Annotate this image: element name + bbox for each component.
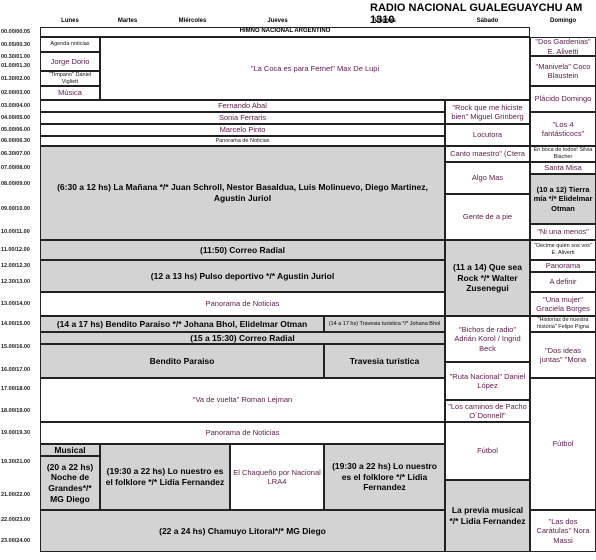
program-dos-gardenias: "Dos Gardenias" E. Alivetti bbox=[530, 37, 596, 56]
time-label: 03.00/04.00 bbox=[1, 103, 31, 109]
program-futbol-sabado: Fútbol bbox=[445, 422, 530, 480]
program-historias-de-nuestra-historia: "Historias de nuestra historia" Felipe P… bbox=[530, 316, 596, 332]
program-bendito-paraiso: Bendito Paraiso bbox=[40, 344, 324, 378]
time-label: 08.00/09.00 bbox=[1, 181, 31, 187]
program-marcelo-pinto: Marcelo Pinto bbox=[40, 124, 445, 136]
time-label: 22.00/23.00 bbox=[1, 517, 31, 523]
program-chamuyo-litoral: (22 a 24 hs) Chamuyo Litoral*/* MG Diego bbox=[40, 510, 445, 552]
time-label: 01.30/02.00 bbox=[1, 75, 31, 82]
program-gente-de-a-pie: Gente de a pie bbox=[445, 194, 530, 240]
program-bendito-paraiso-14: (14 a 17 hs) Bendito Paraiso */* Johana … bbox=[40, 316, 324, 332]
program-fernando-abal: Fernando Abal bbox=[40, 100, 445, 112]
time-label: 21.00/22.00 bbox=[1, 492, 31, 498]
header-miercoles: Miércoles bbox=[178, 18, 207, 24]
program-va-de-vuelta: "Va de vuelta" Roman Lejman bbox=[40, 378, 445, 422]
time-label: 00.05/00.30 bbox=[1, 41, 31, 48]
program-himno: HIMNO NACIONAL ARGENTINO bbox=[40, 27, 530, 37]
time-label: 04.00/05.00 bbox=[1, 115, 31, 121]
program-bichos-de-radio: "Bichos de radio" Adrián Korol / Ingrid … bbox=[445, 316, 530, 362]
program-dos-ideas-juntas: "Dos ideas juntas" "Mona bbox=[530, 332, 596, 378]
program-correo-radial-15: (15 a 15:30) Correo Radial bbox=[40, 332, 445, 344]
page-title: RADIO NACIONAL GUALEGUAYCHU AM 1310 bbox=[370, 2, 583, 26]
time-label: 11.00/12.00 bbox=[1, 247, 30, 253]
program-a-definir: A definir bbox=[530, 272, 596, 292]
header-jueves: Jueves bbox=[267, 18, 288, 24]
time-label: 09.00/10.00 bbox=[1, 206, 31, 212]
program-panorama-de-noticias-13: Panorama de Noticias bbox=[40, 292, 445, 316]
time-label: 01.00/01.30 bbox=[1, 63, 31, 69]
time-label: 12.30/13.00 bbox=[1, 279, 31, 285]
program-los-4-fantasticos: "Los 4 fantásticocs" bbox=[530, 112, 596, 146]
program-tierra-mia: (10 a 12) Tierra mía */* Elidelmar Otman bbox=[530, 174, 596, 224]
header-viernes: Viernes bbox=[374, 18, 396, 24]
program-el-chaqueno: El Chaqueño por Nacional LRA4 bbox=[230, 444, 324, 510]
program-panorama-de-noticias-19: Panorama de Noticias bbox=[40, 422, 445, 444]
time-label: 13.00/14.00 bbox=[1, 301, 31, 307]
program-manivela: "Manivela" Coco Blaustein bbox=[530, 56, 596, 86]
time-label: 23.00/24.00 bbox=[1, 538, 31, 544]
program-ruta-nacional: "Ruta Nacional" Daniel López bbox=[445, 362, 530, 400]
program-canto-maestro: Canto maestro" (Ctera bbox=[445, 146, 530, 162]
program-placido-domingo: Plácido Domingo bbox=[530, 86, 596, 112]
program-santa-misa: Santa Misa bbox=[530, 162, 596, 174]
header-domingo: Domingo bbox=[550, 18, 576, 24]
time-label: 05.00/06.00 bbox=[1, 127, 31, 133]
program-lo-nuestro-es-el-folklore: (19:30 a 22 hs) Lo nuestro es el folklor… bbox=[100, 444, 230, 510]
program-locutora: Locutora bbox=[445, 124, 530, 146]
program-en-boca-de-todos: En boca de todos! Silvia Blacher bbox=[530, 146, 596, 162]
program-timpano: "Timpano" Daniel Vigliett bbox=[40, 71, 100, 86]
program-correo-radial: (11:50) Correo Radial bbox=[40, 240, 445, 260]
program-noche-de-grandes: (20 a 22 hs) Noche de Grandes*/* MG Dieg… bbox=[40, 456, 100, 510]
time-label: 02.00/03.00 bbox=[1, 90, 31, 96]
program-musical: Musical bbox=[40, 444, 100, 456]
program-panorama-domingo: Panorama bbox=[530, 260, 596, 272]
program-la-coca-es-para-fernet: "La Coca es para Fernet" Max De Lupi bbox=[100, 37, 530, 100]
program-que-sea-rock: (11 a 14) Que sea Rock */* Walter Zusene… bbox=[445, 240, 530, 316]
time-label: 10.00/11.00 bbox=[1, 229, 30, 235]
time-label: 00.00/00.05 bbox=[1, 29, 31, 35]
program-la-manana: (6:30 a 12 hs) La Mañana */* Juan Schrol… bbox=[40, 146, 445, 240]
header-sabado: Sábado bbox=[476, 18, 499, 24]
program-sonia-ferraris: Sonia Ferraris bbox=[40, 112, 445, 124]
program-las-dos-caratulas: "Las dos Carátulas" Nora Massi bbox=[530, 510, 596, 552]
header-martes: Martes bbox=[117, 18, 138, 24]
time-label: 19.00/19.30 bbox=[1, 430, 31, 436]
program-agenda-noticias: Agenda noticias bbox=[40, 37, 100, 52]
program-panorama-noticias: Panorama de Noticias bbox=[40, 136, 445, 146]
header-lunes: Lunes bbox=[61, 18, 79, 24]
time-label: 16.00/17.00 bbox=[1, 367, 31, 373]
program-los-caminos-de-pacho: "Los caminos de Pacho O´Donnell" bbox=[445, 400, 530, 422]
program-decime-quien-sos-vos: "Decime quién sos vos" E. Aliverti bbox=[530, 240, 596, 260]
time-label: 06.30/07.00 bbox=[1, 151, 31, 157]
time-label: 12.00/12.30 bbox=[1, 263, 31, 269]
program-ni-una-menos: "Ni una menos" bbox=[530, 224, 596, 240]
time-label: 19.30/21.00 bbox=[1, 459, 31, 465]
program-algo-mas: Algo Mas bbox=[445, 162, 530, 194]
program-una-mujer: "Una mujer" Graciela Borges bbox=[530, 292, 596, 316]
program-pulso-deportivo: (12 a 13 hs) Pulso deportivo */* Agustin… bbox=[40, 260, 445, 292]
program-travesia-turistica: Travesia turistica bbox=[324, 344, 445, 378]
program-la-previa-musical: La previa musical */* Lidia Fernandez bbox=[445, 480, 530, 552]
program-futbol-domingo: Fútbol bbox=[530, 378, 596, 510]
program-jorge-dorio: Jorge Dorio bbox=[40, 52, 100, 71]
time-label: 00.30/01.00 bbox=[1, 53, 31, 60]
time-label: 15.00/16.00 bbox=[1, 344, 31, 350]
time-label: 18.00/19.00 bbox=[1, 408, 31, 414]
program-lo-nuestro-es-el-folklore-viernes: (19:30 a 22 hs) Lo nuestro es el folklor… bbox=[324, 444, 445, 510]
time-label: 06.00/06.30 bbox=[1, 138, 31, 144]
time-label: 07.00/08.00 bbox=[1, 165, 31, 171]
program-travesia-turistica-14: (14 a 17 hs) Travesia turistica */* Joha… bbox=[324, 316, 445, 332]
time-label: 17.00/18.00 bbox=[1, 386, 31, 392]
time-label: 14.00/15.00 bbox=[1, 321, 31, 327]
program-musica: Música bbox=[40, 86, 100, 100]
program-rock-que-me-hiciste-bien: "Rock que me hiciste bien" Miguel Grinbe… bbox=[445, 100, 530, 124]
